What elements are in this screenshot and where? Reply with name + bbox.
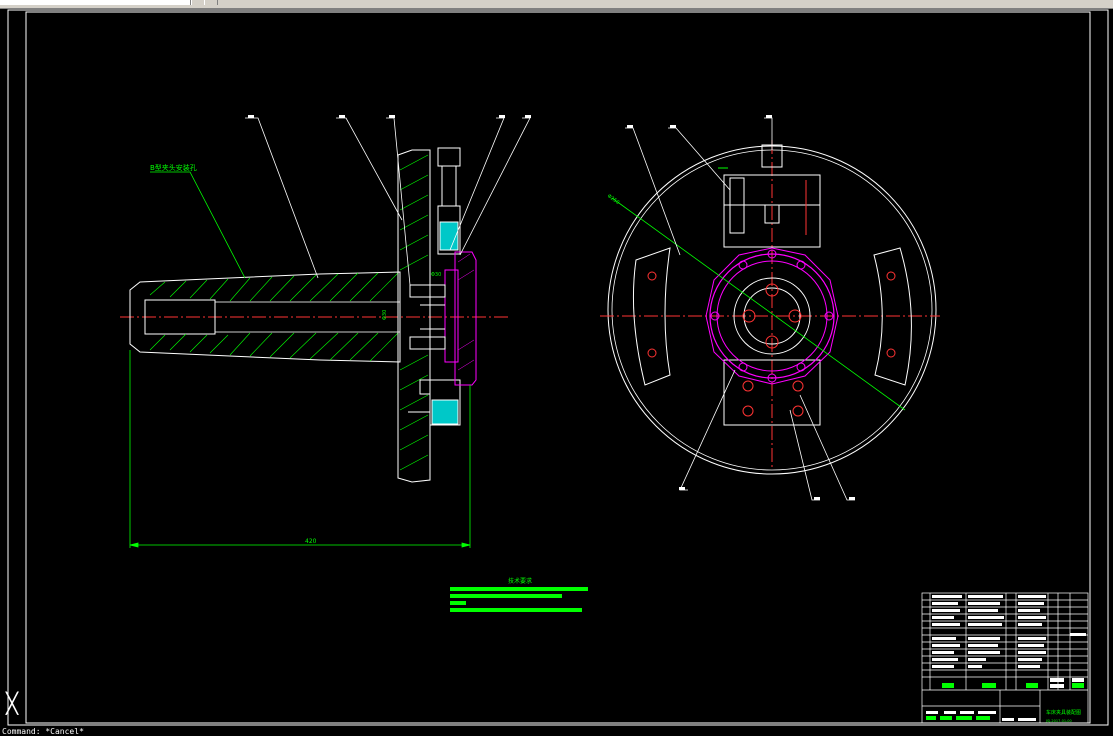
menu-button[interactable]	[204, 0, 218, 5]
drawing-title: 车床夹具装配图	[1046, 709, 1081, 716]
command-input[interactable]	[0, 0, 191, 5]
note-leader	[150, 171, 246, 279]
dim-small-2: Φ30	[431, 272, 441, 278]
tech-requirements-lines	[450, 587, 588, 612]
drawing-subtitle: JSJ-2017-01-00	[1045, 719, 1072, 723]
top-toolbar	[0, 0, 1113, 9]
overall-dimension-text: 420	[305, 538, 317, 545]
leader-tags-left	[248, 115, 531, 118]
command-line[interactable]: Command: *Cancel*	[0, 727, 1113, 736]
clamp-block-top	[437, 147, 461, 255]
diag-dimension-text: Φ250	[606, 193, 620, 206]
dim-small-1: Φ30	[382, 310, 388, 320]
workpiece-flange	[444, 251, 477, 386]
faceplate-section	[397, 149, 431, 483]
ucs-icon: ╳	[6, 691, 19, 715]
note-text: B型夹头安装孔	[150, 163, 197, 172]
diag-dimension	[611, 197, 906, 411]
drawing-canvas[interactable]: B型夹头安装孔 Φ30 Φ30 420 Φ250 技术要求 车床夹具装配图 JS…	[0, 9, 1113, 727]
face-view	[600, 140, 940, 475]
clamp-block-bottom	[408, 379, 461, 426]
dropdown-button[interactable]	[191, 0, 205, 5]
tech-requirements-title: 技术要求	[508, 577, 532, 585]
leader-lines-left	[245, 117, 531, 286]
inner-frame	[25, 11, 1091, 724]
